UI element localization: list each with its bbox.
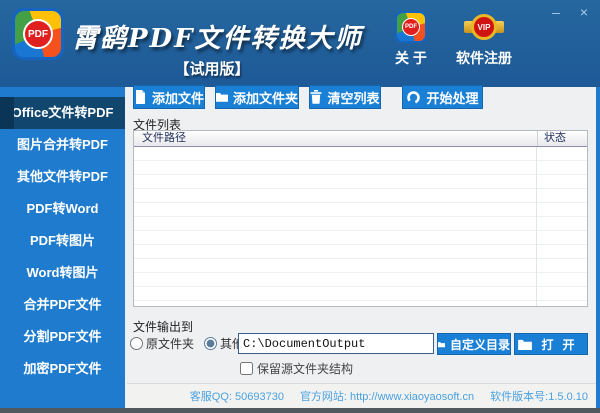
custom-directory-button[interactable]: 自定义目录	[437, 333, 511, 355]
window-frame-bottom	[0, 408, 600, 413]
add-file-label: 添加文件	[152, 88, 204, 107]
close-button[interactable]: ×	[576, 4, 592, 20]
trial-version-badge: 【试用版】	[72, 58, 352, 79]
radio-original-folder-input[interactable]	[130, 337, 143, 350]
add-folder-label: 添加文件夹	[233, 88, 298, 107]
status-column-divider	[536, 147, 537, 306]
official-website-text: 官方网站: http://www.xiaoyaosoft.cn	[300, 388, 474, 404]
radio-other-folder-input[interactable]	[204, 337, 217, 350]
clear-list-label: 清空列表	[327, 88, 379, 107]
sidebar-item-office-to-pdf[interactable]: Office文件转PDF	[0, 97, 125, 129]
support-qq-text: 客服QQ: 50693730	[190, 388, 284, 404]
clear-list-button[interactable]: 清空列表	[309, 85, 381, 109]
about-button[interactable]: PDF 关 于	[386, 11, 436, 68]
sidebar-item-pdf-to-word[interactable]: PDF转Word	[0, 193, 125, 225]
title-block: 霄鹞PDF文件转换大师 【试用版】	[72, 18, 352, 79]
sidebar-item-split-pdf[interactable]: 分割PDF文件	[0, 321, 125, 353]
app-logo-icon: PDF	[12, 8, 64, 60]
add-folder-button[interactable]: 添加文件夹	[215, 85, 299, 109]
column-header-status: 状态	[537, 131, 587, 146]
register-button[interactable]: VIP 软件注册	[444, 11, 524, 68]
sidebar-item-other-to-pdf[interactable]: 其他文件转PDF	[0, 161, 125, 193]
output-path-input[interactable]	[238, 333, 434, 354]
keep-structure-checkbox[interactable]	[240, 362, 253, 375]
process-refresh-icon	[406, 90, 421, 105]
start-processing-label: 开始处理	[426, 88, 478, 107]
window-frame-right	[596, 87, 600, 408]
start-processing-button[interactable]: 开始处理	[402, 85, 483, 109]
register-label: 软件注册	[456, 48, 512, 68]
open-folder-label: 打开	[541, 336, 583, 353]
open-folder-button[interactable]: 打开	[514, 333, 588, 355]
trash-icon	[310, 90, 322, 104]
folder-icon	[438, 339, 445, 350]
status-bar: 客服QQ: 50693730 官方网站: http://www.xiaoyaos…	[127, 383, 596, 408]
window-controls: – ×	[548, 4, 592, 20]
keep-structure-label[interactable]: 保留源文件夹结构	[257, 360, 353, 377]
add-file-button[interactable]: 添加文件	[133, 85, 205, 109]
file-list-table[interactable]: 文件路径 状态	[133, 130, 588, 307]
sidebar-nav: Office文件转PDF 图片合并转PDF 其他文件转PDF PDF转Word …	[0, 87, 125, 408]
mini-logo-text: PDF	[402, 18, 420, 36]
app-title: 霄鹞PDF文件转换大师	[72, 18, 352, 55]
title-bar: PDF 霄鹞PDF文件转换大师 【试用版】 PDF 关 于 VIP 软件注册 –…	[0, 0, 600, 87]
folder-icon	[216, 91, 228, 103]
sidebar-item-image-merge-to-pdf[interactable]: 图片合并转PDF	[0, 129, 125, 161]
sidebar-item-merge-pdf[interactable]: 合并PDF文件	[0, 289, 125, 321]
keep-structure-option: 保留源文件夹结构	[240, 360, 353, 377]
radio-original-folder-label: 原文件夹	[146, 335, 194, 352]
vip-icon: VIP	[464, 11, 504, 43]
file-list-body	[134, 147, 587, 306]
version-text: 软件版本号:1.5.0.10	[490, 388, 588, 404]
custom-directory-label: 自定义目录	[450, 336, 510, 353]
output-section-label: 文件输出到	[133, 318, 193, 335]
sidebar-item-pdf-to-image[interactable]: PDF转图片	[0, 225, 125, 257]
sidebar-item-word-to-image[interactable]: Word转图片	[0, 257, 125, 289]
file-list-header: 文件路径 状态	[134, 131, 587, 147]
pdf-logo-text: PDF	[23, 19, 53, 49]
minimize-button[interactable]: –	[548, 4, 564, 20]
folder-icon	[518, 339, 532, 350]
vip-text: VIP	[471, 14, 497, 40]
about-label: 关 于	[395, 48, 427, 68]
radio-original-folder[interactable]: 原文件夹	[130, 335, 194, 352]
column-header-file-path: 文件路径	[134, 131, 537, 146]
sidebar-item-encrypt-pdf[interactable]: 加密PDF文件	[0, 353, 125, 385]
about-pdf-icon: PDF	[395, 11, 427, 43]
app-window: PDF 霄鹞PDF文件转换大师 【试用版】 PDF 关 于 VIP 软件注册 –…	[0, 0, 600, 413]
file-icon	[134, 90, 147, 104]
